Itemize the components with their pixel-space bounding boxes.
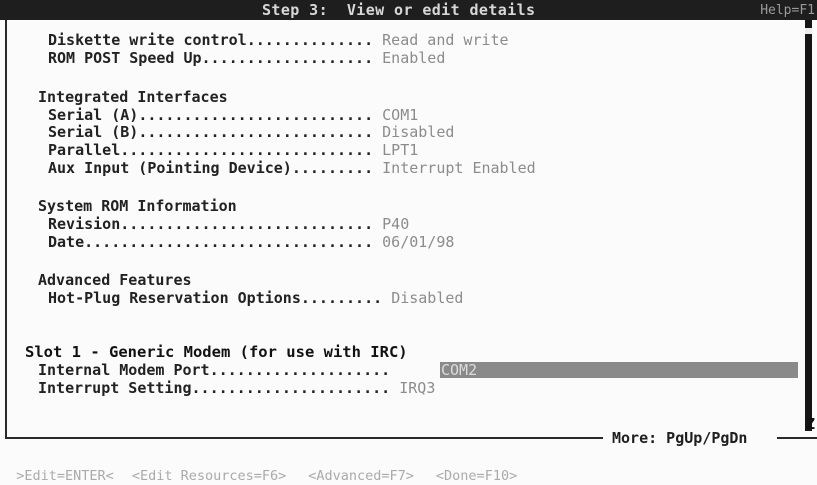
scroll-hint: More: PgUp/PgDn: [612, 429, 748, 447]
setting-row-modem-port[interactable]: Internal Modem Port....................: [38, 361, 399, 379]
leader-dots: ....................: [209, 361, 391, 379]
leader-dots: .........: [300, 289, 383, 307]
title-bar: Step 3: View or edit details Help=F1: [0, 0, 817, 20]
setting-row-revision: Revision............................ P40: [48, 215, 409, 233]
setting-value: Enabled: [382, 49, 446, 67]
footer-divider: [5, 437, 603, 439]
leader-dots: ...................: [201, 49, 374, 67]
setting-label: Serial (B): [48, 123, 139, 141]
leader-dots: ............................: [120, 215, 374, 233]
setting-row-rom-post[interactable]: ROM POST Speed Up................... Ena…: [48, 49, 445, 67]
setting-label: Interrupt Setting: [38, 379, 192, 397]
selected-row-highlight[interactable]: [440, 362, 798, 378]
setting-row-serial-b[interactable]: Serial (B).......................... Dis…: [48, 123, 454, 141]
setting-label: Diskette write control: [48, 31, 247, 49]
setting-row-parallel[interactable]: Parallel............................ LPT…: [48, 141, 418, 159]
edit-resources-key[interactable]: <Edit Resources=F6>: [132, 468, 286, 485]
advanced-key[interactable]: <Advanced=F7>: [308, 468, 414, 485]
leader-dots: ................................: [84, 233, 374, 251]
setting-label: Parallel: [48, 141, 121, 159]
scrollbar[interactable]: [805, 20, 812, 431]
setting-value: IRQ3: [399, 379, 436, 397]
leader-dots: ............................: [120, 141, 374, 159]
done-key[interactable]: <Done=F10>: [436, 468, 517, 485]
section-heading-integrated: Integrated Interfaces: [38, 88, 228, 106]
footer-divider-right: [777, 437, 817, 439]
setting-value: 06/01/98: [382, 233, 455, 251]
setting-value: LPT1: [382, 141, 419, 159]
setting-row-diskette[interactable]: Diskette write control.............. Rea…: [48, 31, 509, 49]
setting-label: ROM POST Speed Up: [48, 49, 202, 67]
setting-value: P40: [382, 215, 410, 233]
setting-row-aux-input[interactable]: Aux Input (Pointing Device)......... Int…: [48, 159, 536, 177]
scroll-thumb[interactable]: [805, 28, 812, 34]
setting-label: Serial (A): [48, 106, 139, 124]
function-key-bar: >Edit=ENTER< <Edit Resources=F6> <Advanced…: [0, 451, 539, 484]
leader-dots: ..........................: [138, 123, 374, 141]
setting-row-hot-plug[interactable]: Hot-Plug Reservation Options......... Di…: [48, 289, 463, 307]
zoom-marker: Z: [806, 415, 816, 433]
setting-value: Interrupt Enabled: [382, 159, 536, 177]
page-title: Step 3: View or edit details: [262, 1, 536, 19]
section-heading-slot1: Slot 1 - Generic Modem (for use with IRC…: [25, 343, 408, 361]
help-hint[interactable]: Help=F1: [760, 3, 815, 18]
setting-value: Read and write: [382, 31, 509, 49]
setting-row-date: Date................................ 06/…: [48, 233, 454, 251]
setting-value: Disabled: [382, 123, 455, 141]
leader-dots: ......................: [191, 379, 391, 397]
section-heading-system-rom: System ROM Information: [38, 197, 237, 215]
setting-label: Internal Modem Port: [38, 361, 210, 379]
leader-dots: ..............: [246, 31, 374, 49]
edit-key[interactable]: >Edit=ENTER<: [16, 468, 114, 485]
leader-dots: .........: [291, 159, 374, 177]
leader-dots: ..........................: [138, 106, 374, 124]
setting-label: Hot-Plug Reservation Options: [48, 289, 301, 307]
setting-label: Aux Input (Pointing Device): [48, 159, 292, 177]
setting-value: COM1: [382, 106, 419, 124]
section-heading-advanced: Advanced Features: [38, 271, 192, 289]
setting-value: Disabled: [391, 289, 464, 307]
setting-row-serial-a[interactable]: Serial (A).......................... COM…: [48, 106, 418, 124]
setting-label: Date: [48, 233, 85, 251]
selected-value[interactable]: COM2: [441, 361, 477, 379]
setting-row-interrupt[interactable]: Interrupt Setting...................... …: [38, 379, 435, 397]
setting-label: Revision: [48, 215, 121, 233]
